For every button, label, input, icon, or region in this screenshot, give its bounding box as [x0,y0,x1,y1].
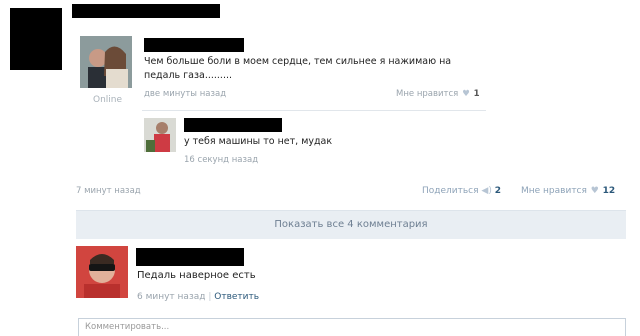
comment-time[interactable]: две минуты назад [144,89,226,99]
commenter-name-redacted [144,38,244,52]
author-avatar-redacted [10,8,62,70]
reply-text: у тебя машины то нет, мудак [184,136,333,147]
heart-icon: ♥ [462,89,470,99]
post-like-count: 12 [602,186,616,196]
post-time[interactable]: 7 минут назад [76,186,141,196]
user-photo-icon [144,118,176,152]
author-name-redacted [72,4,220,18]
comment-item-text: Педаль наверное есть [137,270,256,281]
show-all-comments-button[interactable]: Показать все 4 комментария [76,210,626,239]
heart-icon: ♥ [590,186,599,196]
comment-like-count: 1 [473,89,480,99]
post-time-label: 7 минут назад [76,186,141,196]
user-photo-icon [76,246,128,298]
comment-like-button[interactable]: Мне нравится ♥ 1 [396,89,480,99]
comment-item-time[interactable]: 6 минут назад [137,292,205,302]
reply-time[interactable]: 16 секунд назад [184,155,258,165]
share-label: Поделиться [422,186,479,196]
shared-post-avatar[interactable] [80,36,132,88]
reply-avatar[interactable] [144,118,176,152]
couple-photo-icon [80,36,132,88]
comment-avatar[interactable] [76,246,128,298]
share-count: 2 [494,186,501,196]
reply-author-redacted [184,118,282,132]
share-button[interactable]: Поделиться ◀) 2 [422,186,501,196]
online-status: Online [93,95,123,105]
post-like-button[interactable]: Мне нравится ♥ 12 [521,186,615,196]
comment-like-label: Мне нравится [396,89,459,99]
comment-author-redacted [136,248,244,266]
comment-item-meta: 6 минут назад | Ответить [137,292,259,302]
reply-link[interactable]: Ответить [214,292,259,302]
comment-text: Чем больше боли в моем сердце, тем сильн… [144,56,452,81]
post-like-label: Мне нравится [521,186,587,196]
reply-divider [142,110,486,111]
megaphone-icon: ◀) [481,186,492,196]
comment-input[interactable]: Комментировать... [78,318,626,336]
